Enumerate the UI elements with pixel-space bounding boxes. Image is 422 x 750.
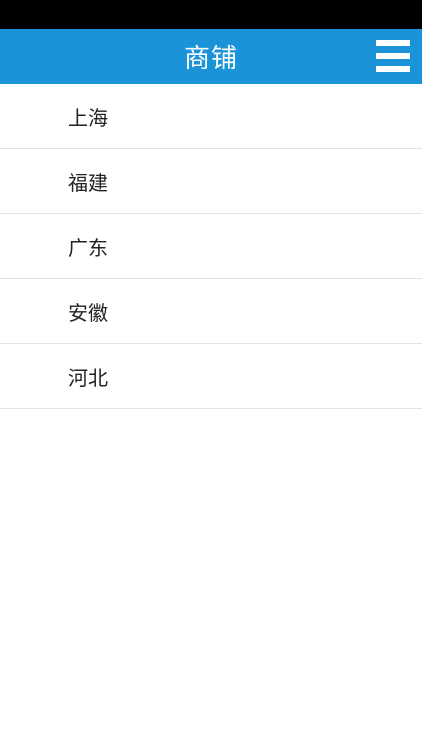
- menu-line: [376, 53, 410, 59]
- list-item-region[interactable]: 广东: [0, 214, 422, 279]
- region-list: 上海 福建 广东 安徽 河北: [0, 84, 422, 409]
- list-item-region[interactable]: 河北: [0, 344, 422, 409]
- list-item-region[interactable]: 安徽: [0, 279, 422, 344]
- region-label: 安徽: [68, 300, 108, 325]
- menu-line: [376, 40, 410, 46]
- region-label: 河北: [68, 365, 108, 390]
- hamburger-menu-icon[interactable]: [376, 40, 410, 72]
- page-title: 商铺: [183, 44, 238, 74]
- region-label: 广东: [68, 235, 108, 260]
- status-bar: [0, 0, 422, 29]
- list-item-region[interactable]: 上海: [0, 84, 422, 149]
- app-header: 商铺: [0, 29, 422, 84]
- menu-line: [376, 66, 410, 72]
- region-label: 上海: [68, 105, 108, 130]
- list-item-region[interactable]: 福建: [0, 149, 422, 214]
- region-label: 福建: [68, 170, 108, 195]
